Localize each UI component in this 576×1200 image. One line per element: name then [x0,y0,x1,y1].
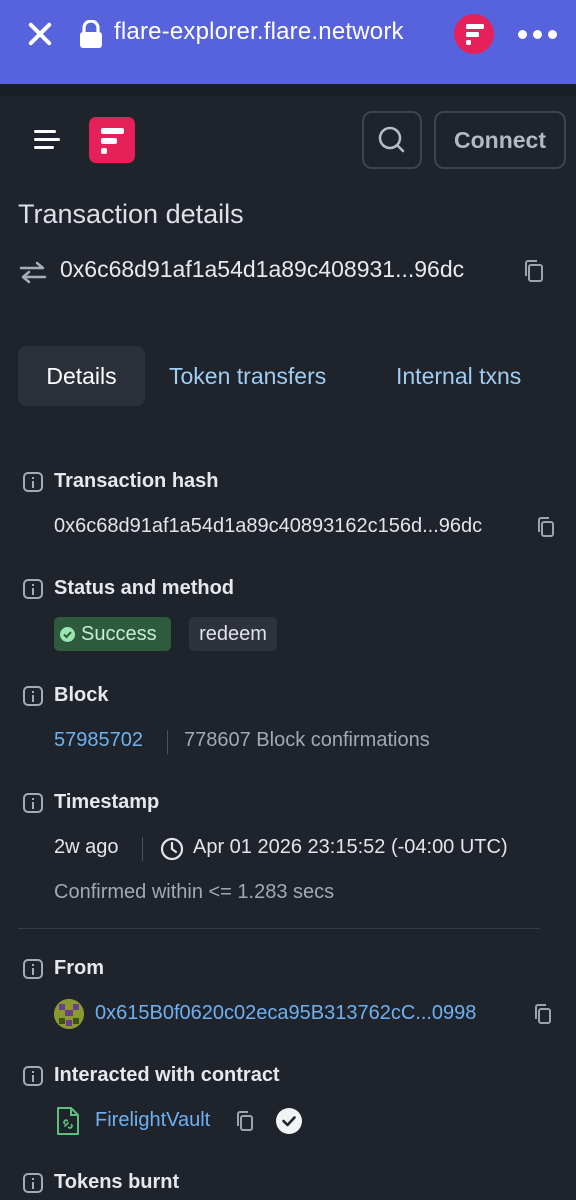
block-number-link[interactable]: 57985702 [54,729,143,752]
info-icon[interactable] [23,793,43,813]
detail-tabs: Details Token transfers Internal txns [18,346,576,406]
transaction-hash-label: Transaction hash [54,470,219,492]
browser-toolbar: flare-explorer.flare.network [0,0,576,84]
contract-name-link[interactable]: FirelightVault [95,1109,210,1132]
info-icon[interactable] [23,579,43,599]
close-icon[interactable] [24,18,56,50]
method-badge: redeem [189,617,277,651]
transfer-arrows-icon [19,261,47,284]
verified-check-icon [276,1108,302,1134]
search-button[interactable] [362,111,422,169]
site-favicon-icon [454,14,494,54]
toolbar-divider [0,84,576,96]
timestamp-label: Timestamp [54,791,160,813]
info-icon[interactable] [23,472,43,492]
info-icon[interactable] [23,1066,43,1086]
page-title: Transaction details [18,199,244,229]
copy-icon[interactable] [236,1110,254,1132]
info-icon[interactable] [23,959,43,979]
copy-icon[interactable] [534,1003,552,1025]
lock-icon [80,20,102,48]
info-icon[interactable] [23,1173,43,1193]
address-avatar-icon [54,999,84,1029]
search-icon [378,126,405,153]
transaction-hash-value: 0x6c68d91af1a54d1a89c40893162c156d...96d… [54,515,483,537]
hamburger-menu-icon[interactable] [34,130,60,150]
info-icon[interactable] [23,686,43,706]
timestamp-absolute: Apr 01 2026 23:15:52 (-04:00 UTC) [193,836,508,858]
section-divider [18,928,540,929]
from-label: From [54,957,104,979]
timestamp-relative: 2w ago [54,836,119,858]
block-label: Block [54,684,109,706]
confirmation-time: Confirmed within <= 1.283 secs [54,881,335,903]
clock-icon [160,837,184,861]
contract-file-icon [57,1107,79,1135]
connect-wallet-button[interactable]: Connect [434,111,566,169]
transaction-hash-header: 0x6c68d91af1a54d1a89c408931...96dc [60,256,465,282]
flare-logo[interactable] [89,117,135,163]
status-badge: Success [54,617,171,651]
tab-details[interactable]: Details [18,346,145,406]
tab-internal-txns[interactable]: Internal txns [396,346,521,406]
tokens-burnt-label: Tokens burnt [54,1171,180,1193]
status-method-label: Status and method [54,577,235,599]
status-text: Success [81,622,157,645]
from-address-link[interactable]: 0x615B0f0620c02eca95B313762cC...0998 [95,1002,476,1025]
check-circle-icon [60,627,75,642]
browser-url[interactable]: flare-explorer.flare.network [114,18,404,46]
divider [142,837,143,861]
copy-icon[interactable] [523,259,545,283]
tab-token-transfers[interactable]: Token transfers [169,346,326,406]
copy-icon[interactable] [537,516,555,538]
interacted-contract-label: Interacted with contract [54,1064,280,1086]
divider [167,730,168,754]
block-confirmations: 778607 Block confirmations [184,729,430,751]
